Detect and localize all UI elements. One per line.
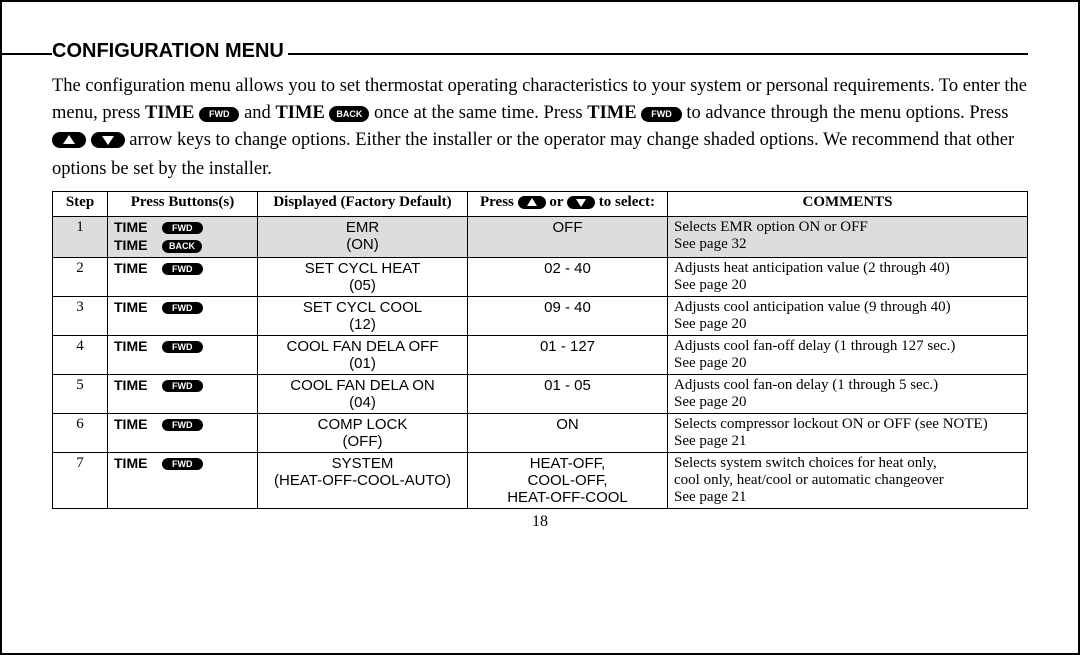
col-comments: COMMENTS [668,192,1028,217]
select-cell: OFF [468,217,668,258]
comments-cell: Selects EMR option ON or OFFSee page 32 [668,217,1028,258]
table-row: 5TIMEFWDCOOL FAN DELA ON(04)01 - 05Adjus… [53,375,1028,414]
press-buttons-cell: TIMEFWD [108,414,258,453]
col-select: Press or to select: [468,192,668,217]
comments-cell: Adjusts cool fan-on delay (1 through 5 s… [668,375,1028,414]
section-heading: Configuration Menu [52,40,1028,63]
fwd-icon: FWD [162,263,203,275]
fwd-icon: FWD [162,419,203,431]
step-cell: 5 [53,375,108,414]
displayed-cell: COMP LOCK(OFF) [258,414,468,453]
press-buttons-cell: TIMEFWD [108,297,258,336]
table-header-row: Step Press Buttons(s) Displayed (Factory… [53,192,1028,217]
press-buttons-cell: TIMEFWDTIMEBACK [108,217,258,258]
section-title-text: Configuration Menu [52,40,288,63]
step-cell: 7 [53,453,108,509]
config-table: Step Press Buttons(s) Displayed (Factory… [52,191,1028,509]
table-row: 2TIMEFWDSET CYCL HEAT(05)02 - 40Adjusts … [53,258,1028,297]
press-buttons-cell: TIMEFWD [108,336,258,375]
table-row: 6TIMEFWDCOMP LOCK(OFF)ONSelects compress… [53,414,1028,453]
select-cell: ON [468,414,668,453]
comments-cell: Selects system switch choices for heat o… [668,453,1028,509]
displayed-cell: EMR(ON) [258,217,468,258]
table-row: 1TIMEFWDTIMEBACKEMR(ON)OFFSelects EMR op… [53,217,1028,258]
fwd-icon: FWD [162,380,203,392]
table-row: 3TIMEFWDSET CYCL COOL(12)09 - 40Adjusts … [53,297,1028,336]
fwd-icon: FWD [162,302,203,314]
select-cell: 09 - 40 [468,297,668,336]
col-press: Press Buttons(s) [108,192,258,217]
table-row: 7TIMEFWDSYSTEM(HEAT-OFF-COOL-AUTO)HEAT-O… [53,453,1028,509]
displayed-cell: SET CYCL HEAT(05) [258,258,468,297]
comments-cell: Selects compressor lockout ON or OFF (se… [668,414,1028,453]
press-buttons-cell: TIMEFWD [108,453,258,509]
down-arrow-icon [567,196,595,214]
col-step: Step [53,192,108,217]
step-cell: 2 [53,258,108,297]
intro-paragraph: The configuration menu allows you to set… [52,73,1028,183]
select-cell: 02 - 40 [468,258,668,297]
step-cell: 3 [53,297,108,336]
fwd-icon: FWD [162,341,203,353]
press-buttons-cell: TIMEFWD [108,258,258,297]
page: Configuration Menu The configuration men… [0,0,1080,655]
col-display: Displayed (Factory Default) [258,192,468,217]
comments-cell: Adjusts cool fan-off delay (1 through 12… [668,336,1028,375]
select-cell: 01 - 05 [468,375,668,414]
table-row: 4TIMEFWDCOOL FAN DELA OFF(01)01 - 127Adj… [53,336,1028,375]
select-cell: 01 - 127 [468,336,668,375]
fwd-icon: FWD [162,222,203,234]
displayed-cell: COOL FAN DELA ON(04) [258,375,468,414]
displayed-cell: SET CYCL COOL(12) [258,297,468,336]
fwd-icon: FWD [641,107,682,122]
comments-cell: Adjusts cool anticipation value (9 throu… [668,297,1028,336]
up-arrow-icon [52,130,86,157]
comments-cell: Adjusts heat anticipation value (2 throu… [668,258,1028,297]
step-cell: 4 [53,336,108,375]
displayed-cell: SYSTEM(HEAT-OFF-COOL-AUTO) [258,453,468,509]
step-cell: 1 [53,217,108,258]
back-icon: BACK [162,240,202,253]
down-arrow-icon [91,130,125,157]
page-number: 18 [52,513,1028,531]
displayed-cell: COOL FAN DELA OFF(01) [258,336,468,375]
step-cell: 6 [53,414,108,453]
fwd-icon: FWD [199,107,240,122]
select-cell: HEAT-OFF,COOL-OFF,HEAT-OFF-COOL [468,453,668,509]
press-buttons-cell: TIMEFWD [108,375,258,414]
back-icon: BACK [329,106,369,122]
up-arrow-icon [518,196,546,214]
fwd-icon: FWD [162,458,203,470]
